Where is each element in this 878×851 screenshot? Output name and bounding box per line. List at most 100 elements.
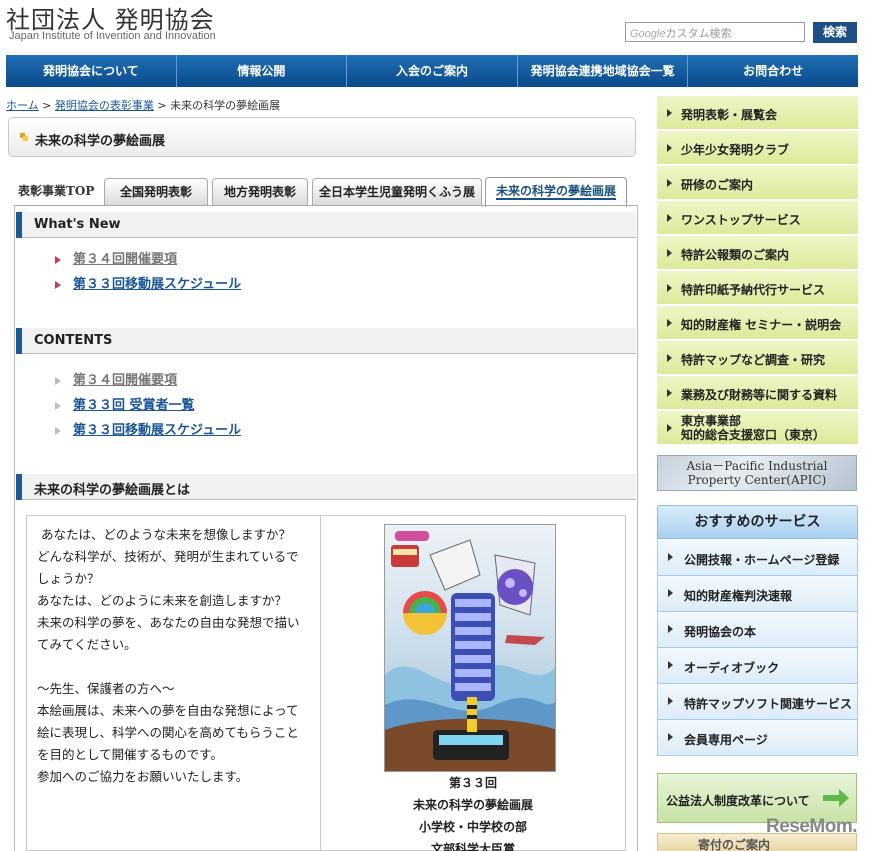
contents-heading: CONTENTS <box>16 328 636 354</box>
service-item-label: 公開技報・ホームページ登録 <box>684 553 840 567</box>
heading-text: What's New <box>34 217 121 232</box>
arrow-right-icon <box>668 661 673 669</box>
tab-awards-top[interactable]: 表彰事業TOP <box>18 182 94 199</box>
arrow-right-icon <box>667 179 672 187</box>
arrow-right-icon <box>667 319 672 327</box>
triangle-bullet-icon <box>55 401 61 410</box>
service-item-books[interactable]: 発明協会の本 <box>657 612 858 648</box>
whats-new-link[interactable]: 第３３回移動展スケジュール <box>73 277 241 292</box>
sidebar-item-label: 発明表彰・展覧会 <box>681 108 778 122</box>
site-header: 社団法人 発明協会 Japan Institute of Invention a… <box>0 0 878 56</box>
about-paragraph: 〜先生、保護者の方へ〜 本絵画展は、未来への夢を自由な発想によって絵に表現し、科… <box>37 681 299 784</box>
heading-bar <box>16 328 22 354</box>
arrow-right-icon <box>667 389 672 397</box>
arrow-right-icon <box>667 249 672 257</box>
tab-label: 未来の科学の夢絵画展 <box>495 184 616 200</box>
apic-banner[interactable]: Asia－Pacific Industrial Property Center(… <box>657 455 857 491</box>
sidebar-item-label-line: 東京事業部 <box>681 414 742 428</box>
banner-label: 公益法人制度改革について <box>666 794 810 808</box>
sidebar-item-invention-club[interactable]: 少年少女発明クラブ <box>657 131 858 165</box>
apic-banner-line: Property Center(APIC) <box>687 473 827 487</box>
page-title-box: 未来の科学の夢絵画展 <box>8 117 636 157</box>
arrow-right-icon <box>667 144 672 152</box>
page-title: 未来の科学の夢絵画展 <box>35 134 166 149</box>
search-placeholder: カスタム検索 <box>665 28 732 40</box>
tab-national-invention[interactable]: 全国発明表彰 <box>104 178 208 206</box>
sidebar-item-training[interactable]: 研修のご案内 <box>657 166 858 200</box>
whats-new-link[interactable]: 第３４回開催要項 <box>73 252 177 267</box>
title-square-icon <box>20 133 28 141</box>
heading-text: CONTENTS <box>34 333 113 348</box>
sidebar-item-ip-seminar[interactable]: 知的財産権 セミナー・説明会 <box>657 306 858 340</box>
gnav-contact[interactable]: お問合わせ <box>688 55 858 87</box>
gnav-membership[interactable]: 入会のご案内 <box>347 55 518 87</box>
service-item-label: 特許マップソフト関連サービス <box>684 697 853 711</box>
banner-label: 寄付のご案内 <box>698 838 771 851</box>
gnav-regional-associations[interactable]: 発明協会連携地域協会一覧 <box>517 55 689 87</box>
tab-label: 地方発明表彰 <box>223 185 296 199</box>
site-logo-subtitle: Japan Institute of Invention and Innovat… <box>9 30 216 42</box>
painting-illustration <box>385 531 555 771</box>
arrow-right-icon <box>667 284 672 292</box>
arrow-right-icon <box>667 214 672 222</box>
breadcrumb: ホーム > 発明協会の表彰事業 > 未来の科学の夢絵画展 <box>6 97 280 113</box>
breadcrumb-current: 未来の科学の夢絵画展 <box>170 99 281 112</box>
sidebar-item-patent-map[interactable]: 特許マップなど調査・研究 <box>657 341 858 375</box>
apic-banner-line: Asia－Pacific Industrial <box>686 459 828 473</box>
contents-item: 第３３回 受賞者一覧 <box>55 394 195 413</box>
service-item-tech-disclosure[interactable]: 公開技報・ホームページ登録 <box>657 540 858 576</box>
sidebar-item-one-stop[interactable]: ワンストップサービス <box>657 201 858 235</box>
about-box: あなたは、どのような未来を想像しますか？ どんな科学が、技術が、発明が生まれてい… <box>26 515 626 851</box>
heading-bar <box>16 474 22 500</box>
triangle-bullet-icon <box>55 376 61 385</box>
heading-bar <box>16 212 22 238</box>
sidebar-item-patent-gazette[interactable]: 特許公報類のご案内 <box>657 236 858 270</box>
sidebar-item-patent-stamp[interactable]: 特許印紙予納代行サービス <box>657 271 858 305</box>
contents-link[interactable]: 第３３回 受賞者一覧 <box>73 398 195 413</box>
tab-label: 全国発明表彰 <box>119 185 192 199</box>
about-heading: 未来の科学の夢絵画展とは <box>16 474 636 500</box>
gnav-about[interactable]: 発明協会について <box>6 55 177 87</box>
service-item-ip-judgments[interactable]: 知的財産権判決速報 <box>657 576 858 612</box>
tab-future-science[interactable]: 未来の科学の夢絵画展 <box>485 177 627 207</box>
service-item-members-only[interactable]: 会員専用ページ <box>657 720 858 756</box>
sidebar-item-label: 特許印紙予納代行サービス <box>681 283 826 297</box>
sidebar-item-financial-docs[interactable]: 業務及び財務等に関する資料 <box>657 376 858 410</box>
sidebar-item-label: 少年少女発明クラブ <box>681 143 790 157</box>
breadcrumb-home[interactable]: ホーム <box>6 99 39 112</box>
triangle-bullet-icon <box>55 426 61 435</box>
service-item-audiobook[interactable]: オーディオブック <box>657 648 858 684</box>
breadcrumb-separator: > <box>157 99 167 112</box>
sidebar-item-awards-exhibition[interactable]: 発明表彰・展覧会 <box>657 96 858 130</box>
service-item-label: オーディオブック <box>684 661 780 675</box>
tab-label: 全日本学生児童発明くふう展 <box>318 185 475 199</box>
arrow-right-icon <box>667 354 672 362</box>
service-item-patent-map-software[interactable]: 特許マップソフト関連サービス <box>657 684 858 720</box>
poster-caption-line: 小学校・中学校の部 <box>418 820 527 834</box>
google-brand-text: Google <box>630 28 666 40</box>
sidebar-item-label-line: 知的総合支援窓口（東京） <box>681 428 826 442</box>
tab-student-invention[interactable]: 全日本学生児童発明くふう展 <box>312 178 482 206</box>
sidebar-item-tokyo-office[interactable]: 東京事業部 知的総合支援窓口（東京） <box>657 411 858 445</box>
arrow-right-icon <box>668 553 673 561</box>
award-tabs: 表彰事業TOP 全国発明表彰 地方発明表彰 全日本学生児童発明くふう展 未来の科… <box>14 177 639 207</box>
award-painting-image[interactable] <box>384 524 556 772</box>
breadcrumb-separator: > <box>42 99 52 112</box>
about-paragraph: あなたは、どのような未来を想像しますか？ どんな科学が、技術が、発明が生まれてい… <box>37 527 300 652</box>
gnav-disclosure[interactable]: 情報公開 <box>176 55 348 87</box>
triangle-bullet-icon <box>55 280 61 289</box>
whats-new-item: 第３３回移動展スケジュール <box>55 273 241 292</box>
triangle-bullet-icon <box>55 255 61 264</box>
sidebar-item-label: 特許公報類のご案内 <box>681 248 790 262</box>
about-text: あなたは、どのような未来を想像しますか？ どんな科学が、技術が、発明が生まれてい… <box>27 516 321 850</box>
watermark-logo: ReseMom. <box>766 816 858 837</box>
global-nav: 発明協会について 情報公開 入会のご案内 発明協会連携地域協会一覧 お問合わせ <box>6 55 858 87</box>
contents-link[interactable]: 第３３回移動展スケジュール <box>73 423 241 438</box>
search-button[interactable]: 検索 <box>813 22 857 43</box>
tab-regional-invention[interactable]: 地方発明表彰 <box>212 178 308 206</box>
service-item-label: 会員専用ページ <box>684 733 768 747</box>
contents-link[interactable]: 第３４回開催要項 <box>73 373 177 388</box>
arrow-right-icon <box>668 733 673 741</box>
search-input[interactable]: Googleカスタム検索 <box>625 22 805 42</box>
breadcrumb-awards[interactable]: 発明協会の表彰事業 <box>55 99 154 112</box>
